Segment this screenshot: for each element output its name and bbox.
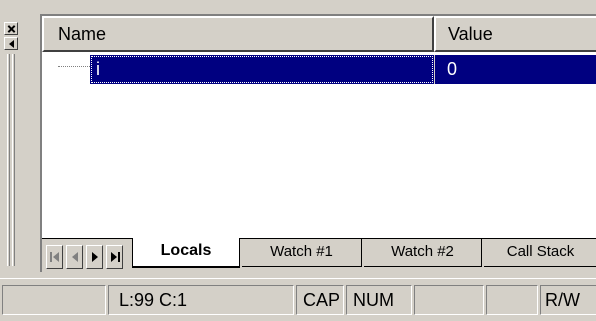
record-indicator (486, 285, 538, 315)
column-headers: Name Value (42, 16, 596, 52)
num-lock-indicator: NUM (346, 285, 412, 315)
tab-watch-1[interactable]: Watch #1 (242, 239, 362, 267)
grip-line (12, 54, 15, 266)
arrow-left-icon[interactable] (4, 37, 18, 50)
tab-locals[interactable]: Locals (132, 238, 240, 268)
column-header-name[interactable]: Name (42, 16, 434, 52)
variable-value[interactable]: 0 (434, 55, 596, 84)
first-icon[interactable] (46, 245, 63, 269)
locals-pane: Name Value i 0 Locals Watch #1 Watch #2 … (40, 14, 596, 275)
tab-strip: Locals Watch #1 Watch #2 Call Stack (42, 238, 596, 275)
next-icon[interactable] (86, 245, 103, 269)
column-header-value[interactable]: Value (434, 16, 596, 52)
tree-line (58, 66, 90, 68)
table-row[interactable]: i 0 (42, 52, 596, 86)
dock-gripper[interactable] (0, 0, 38, 270)
cursor-position: L:99 C:1 (108, 285, 294, 315)
grip-line (7, 54, 10, 266)
row-name-cell[interactable]: i (42, 52, 434, 86)
status-message (2, 285, 106, 315)
close-icon[interactable] (4, 22, 18, 35)
overwrite-indicator (414, 285, 484, 315)
status-bar: L:99 C:1 CAP NUM R/W (0, 278, 596, 321)
last-icon[interactable] (106, 245, 123, 269)
prev-icon[interactable] (66, 245, 83, 269)
tab-call-stack[interactable]: Call Stack (484, 239, 596, 267)
read-write-indicator: R/W (540, 285, 596, 315)
caps-lock-indicator: CAP (296, 285, 344, 315)
tab-watch-2[interactable]: Watch #2 (364, 239, 482, 267)
variable-name[interactable]: i (90, 55, 434, 84)
